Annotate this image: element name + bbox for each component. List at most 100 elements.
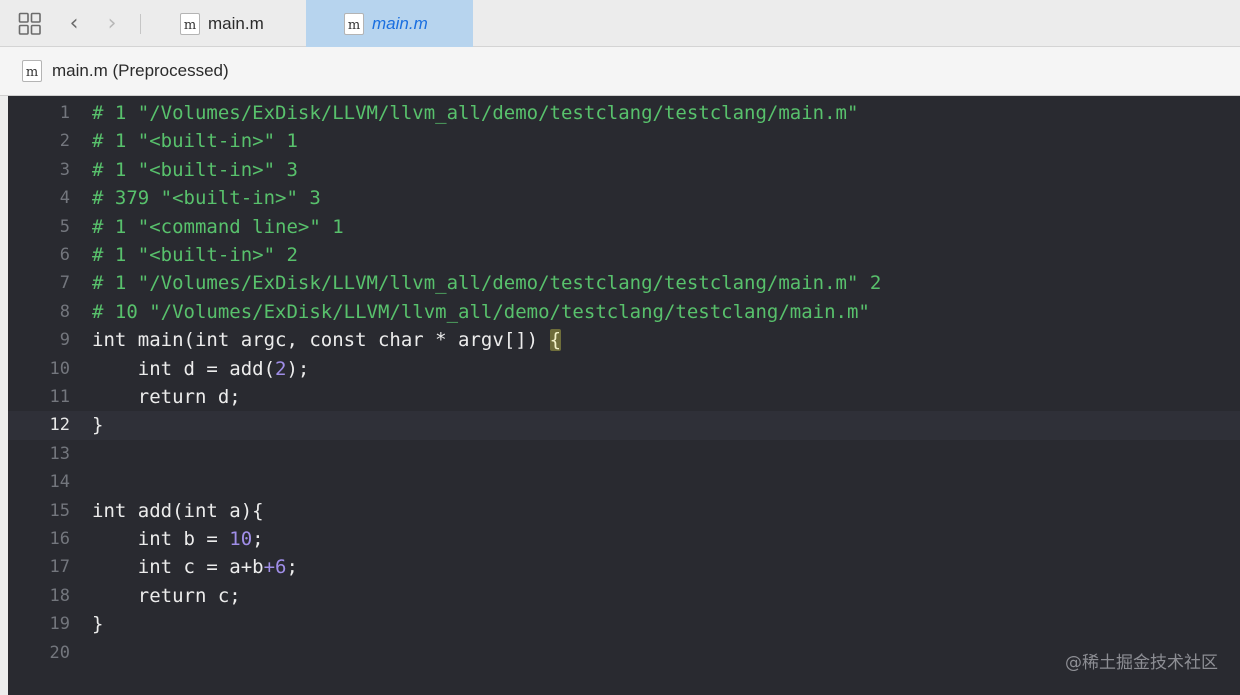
code-line[interactable]: 2 # 1 "<built-in>" 1: [8, 127, 1240, 155]
code-token: return c;: [92, 584, 241, 607]
objc-file-icon: m: [344, 12, 364, 35]
preprocessor-token: # 1 "<built-in>" 3: [92, 158, 298, 181]
code-token: }: [92, 414, 104, 437]
code-text: }: [92, 411, 103, 439]
number-token: 2: [275, 357, 287, 380]
line-number: 18: [49, 585, 70, 606]
code-line[interactable]: 8 # 10 "/Volumes/ExDisk/LLVM/llvm_all/dem…: [8, 298, 1240, 326]
tab-label: main.m: [208, 13, 264, 33]
code-line[interactable]: 12}: [8, 411, 1240, 440]
line-number: 12: [49, 415, 70, 436]
code-token: int add(int a){: [92, 499, 264, 522]
code-line[interactable]: 19}: [8, 610, 1240, 638]
code-text: return c;: [92, 582, 241, 610]
line-number: 10: [49, 358, 70, 379]
code-line[interactable]: 7 # 1 "/Volumes/ExDisk/LLVM/llvm_all/demo…: [8, 269, 1240, 297]
code-text: # 1 "<built-in>" 3: [92, 156, 298, 184]
jump-bar[interactable]: m main.m (Preprocessed): [0, 47, 1240, 96]
code-token: );: [286, 357, 310, 380]
line-number: 19: [49, 614, 70, 635]
line-number: 5: [59, 216, 70, 237]
tab-bar: ‹ › m main.m m main.m: [0, 0, 1240, 47]
line-number: 4: [59, 188, 70, 209]
code-text: int main(int argc, const char * argv[]) …: [92, 326, 562, 354]
preprocessor-token: # 10 "/Volumes/ExDisk/LLVM/llvm_all/demo…: [92, 300, 870, 323]
code-line[interactable]: 16 int b = 10;: [8, 525, 1240, 553]
code-token: }: [92, 613, 104, 636]
code-text: int d = add(2);: [92, 355, 310, 383]
line-number: 6: [59, 245, 70, 265]
line-number: 8: [59, 301, 70, 322]
code-text: # 379 "<built-in>" 3: [92, 184, 321, 212]
code-text: # 1 "<built-in>" 1: [92, 127, 298, 155]
code-text: int c = a+b+6;: [92, 553, 298, 581]
line-number: 14: [49, 472, 70, 493]
code-line[interactable]: 1 # 1 "/Volumes/ExDisk/LLVM/llvm_all/demo…: [8, 99, 1240, 127]
line-number: 13: [49, 443, 70, 464]
tab-main-m[interactable]: m main.m: [150, 0, 305, 47]
line-number: 11: [49, 387, 70, 407]
objc-file-icon: m: [22, 60, 42, 82]
preprocessor-token: # 1 "<command line>" 1: [92, 215, 344, 238]
code-token: int c = a+b: [92, 556, 264, 579]
preprocessor-token: # 1 "<built-in>" 1: [92, 130, 298, 153]
grid-icon[interactable]: [18, 12, 42, 36]
code-line[interactable]: 14: [8, 468, 1240, 496]
code-text: # 10 "/Volumes/ExDisk/LLVM/llvm_all/demo…: [92, 298, 870, 326]
line-number: 1: [59, 103, 70, 123]
code-line[interactable]: 11 return d;: [8, 383, 1240, 411]
chevron-right-icon: ›: [107, 11, 117, 36]
back-button[interactable]: ‹: [62, 10, 86, 38]
line-number: 16: [49, 529, 70, 549]
code-token: return d;: [92, 386, 241, 408]
code-line[interactable]: 6 # 1 "<built-in>" 2: [8, 241, 1240, 269]
objc-file-icon: m: [180, 12, 200, 35]
code-text: }: [92, 610, 103, 638]
code-text: int add(int a){: [92, 497, 264, 525]
editor-left-border: [0, 96, 8, 695]
code-text: # 1 "/Volumes/ExDisk/LLVM/llvm_all/demo/…: [92, 99, 858, 127]
matched-brace: {: [549, 329, 562, 352]
code-line[interactable]: 3 # 1 "<built-in>" 3: [8, 156, 1240, 184]
watermark: @稀土掘金技术社区: [1065, 653, 1218, 673]
source-editor[interactable]: 1 # 1 "/Volumes/ExDisk/LLVM/llvm_all/demo…: [0, 96, 1240, 695]
code-token: int b =: [92, 528, 230, 550]
code-line[interactable]: 15 int add(int a){: [8, 497, 1240, 525]
preprocessor-token: # 1 "<built-in>" 2: [92, 244, 298, 266]
code-line[interactable]: 4 # 379 "<built-in>" 3: [8, 184, 1240, 212]
code-line[interactable]: 17 int c = a+b+6;: [8, 553, 1240, 581]
code-text: # 1 "/Volumes/ExDisk/LLVM/llvm_all/demo/…: [92, 269, 881, 297]
code-line[interactable]: 20: [8, 639, 1240, 667]
code-line[interactable]: 10 int d = add(2);: [8, 355, 1240, 383]
code-line[interactable]: 5 # 1 "<command line>" 1: [8, 213, 1240, 241]
code-token: int d = add(: [92, 357, 276, 380]
preprocessor-token: # 1 "/Volumes/ExDisk/LLVM/llvm_all/demo/…: [92, 272, 882, 295]
code-line[interactable]: 9 int main(int argc, const char * argv[])…: [8, 326, 1240, 354]
code-token: int main(int argc, const char * argv[]): [92, 329, 550, 352]
number-token: 10: [229, 528, 253, 550]
breadcrumb[interactable]: main.m (Preprocessed): [52, 61, 229, 81]
code-line[interactable]: 13: [8, 440, 1240, 468]
preprocessor-token: # 379 "<built-in>" 3: [92, 187, 321, 210]
code-text: # 1 "<built-in>" 2: [92, 241, 298, 269]
chevron-left-icon: ‹: [69, 11, 79, 36]
tab-separator: [140, 14, 141, 34]
line-number: 2: [59, 131, 70, 152]
line-number: 3: [59, 159, 70, 180]
code-token: ;: [286, 556, 298, 579]
tab-label: main.m: [372, 13, 428, 33]
code-text: int b = 10;: [92, 525, 264, 553]
line-number: 17: [49, 557, 70, 578]
code-token: ;: [252, 528, 264, 550]
number-token: +6: [263, 556, 287, 579]
forward-button[interactable]: ›: [100, 10, 124, 38]
line-number: 20: [49, 642, 70, 663]
code-text: return d;: [92, 383, 241, 411]
code-line[interactable]: 18 return c;: [8, 582, 1240, 610]
code-text: # 1 "<command line>" 1: [92, 213, 344, 241]
line-number: 15: [49, 500, 70, 521]
line-number: 7: [59, 273, 70, 294]
preprocessor-token: # 1 "/Volumes/ExDisk/LLVM/llvm_all/demo/…: [92, 102, 859, 124]
tab-main-m-preprocessed[interactable]: m main.m: [306, 0, 473, 47]
line-number: 9: [59, 330, 70, 351]
